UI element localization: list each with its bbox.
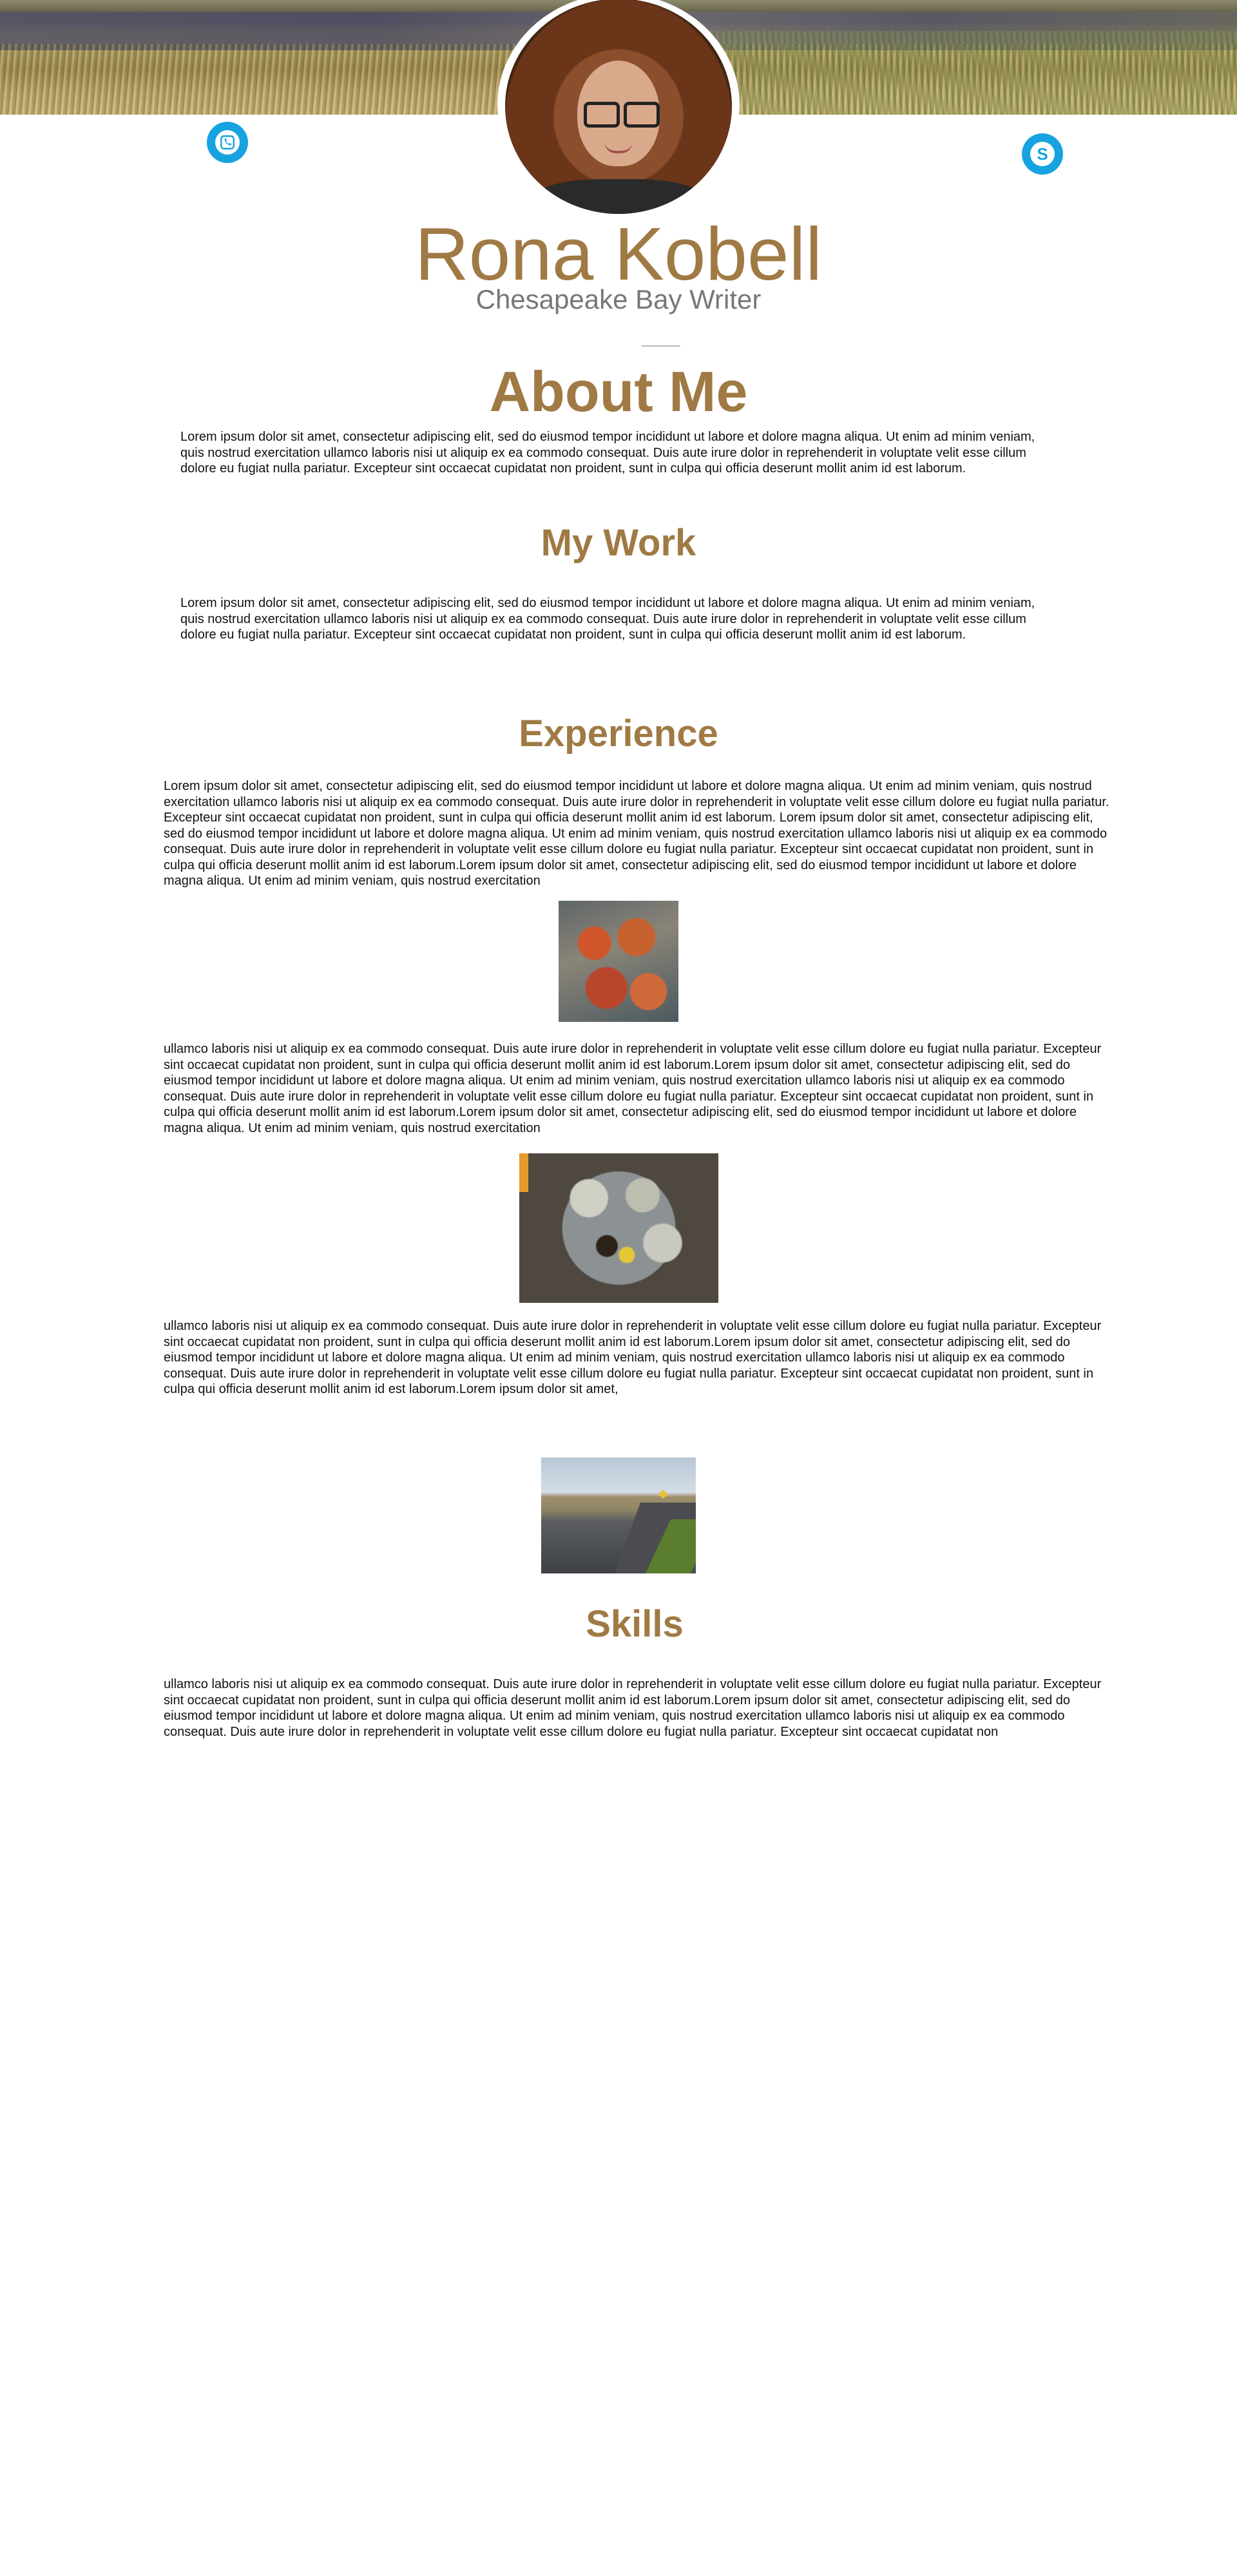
about-title: About Me [489,360,748,423]
experience-title: Experience [519,713,718,755]
skype-button[interactable]: S [1022,133,1063,175]
phone-icon-glyph [220,135,235,149]
crabs-photo [559,901,678,1022]
experience-text-1: Lorem ipsum dolor sit amet, consectetur … [164,779,1109,888]
profile-tagline: Chesapeake Bay Writer [475,284,762,314]
oysters-photo [519,1153,718,1303]
experience-text-2: ullamco laboris nisi ut aliquip ex ea co… [164,1042,1102,1135]
divider [642,345,680,347]
work-text: Lorem ipsum dolor sit amet, consectetur … [180,596,1035,642]
avatar-glasses-left [584,102,620,128]
phone-icon [215,130,240,155]
work-title: My Work [541,522,696,564]
avatar-glasses-right [624,102,660,128]
experience-text-3: ullamco laboris nisi ut aliquip ex ea co… [164,1319,1102,1396]
skills-text: ullamco laboris nisi ut aliquip ex ea co… [164,1677,1102,1739]
road-sign [658,1489,668,1499]
phone-button[interactable] [207,122,248,163]
skype-icon: S [1030,142,1055,166]
avatar [505,0,732,214]
about-text: Lorem ipsum dolor sit amet, consectetur … [180,430,1035,476]
skills-title: Skills [586,1603,684,1645]
hero-marsh-grass-green [709,31,1237,115]
oysters-photo-edge [519,1153,528,1192]
road-photo [541,1457,696,1573]
